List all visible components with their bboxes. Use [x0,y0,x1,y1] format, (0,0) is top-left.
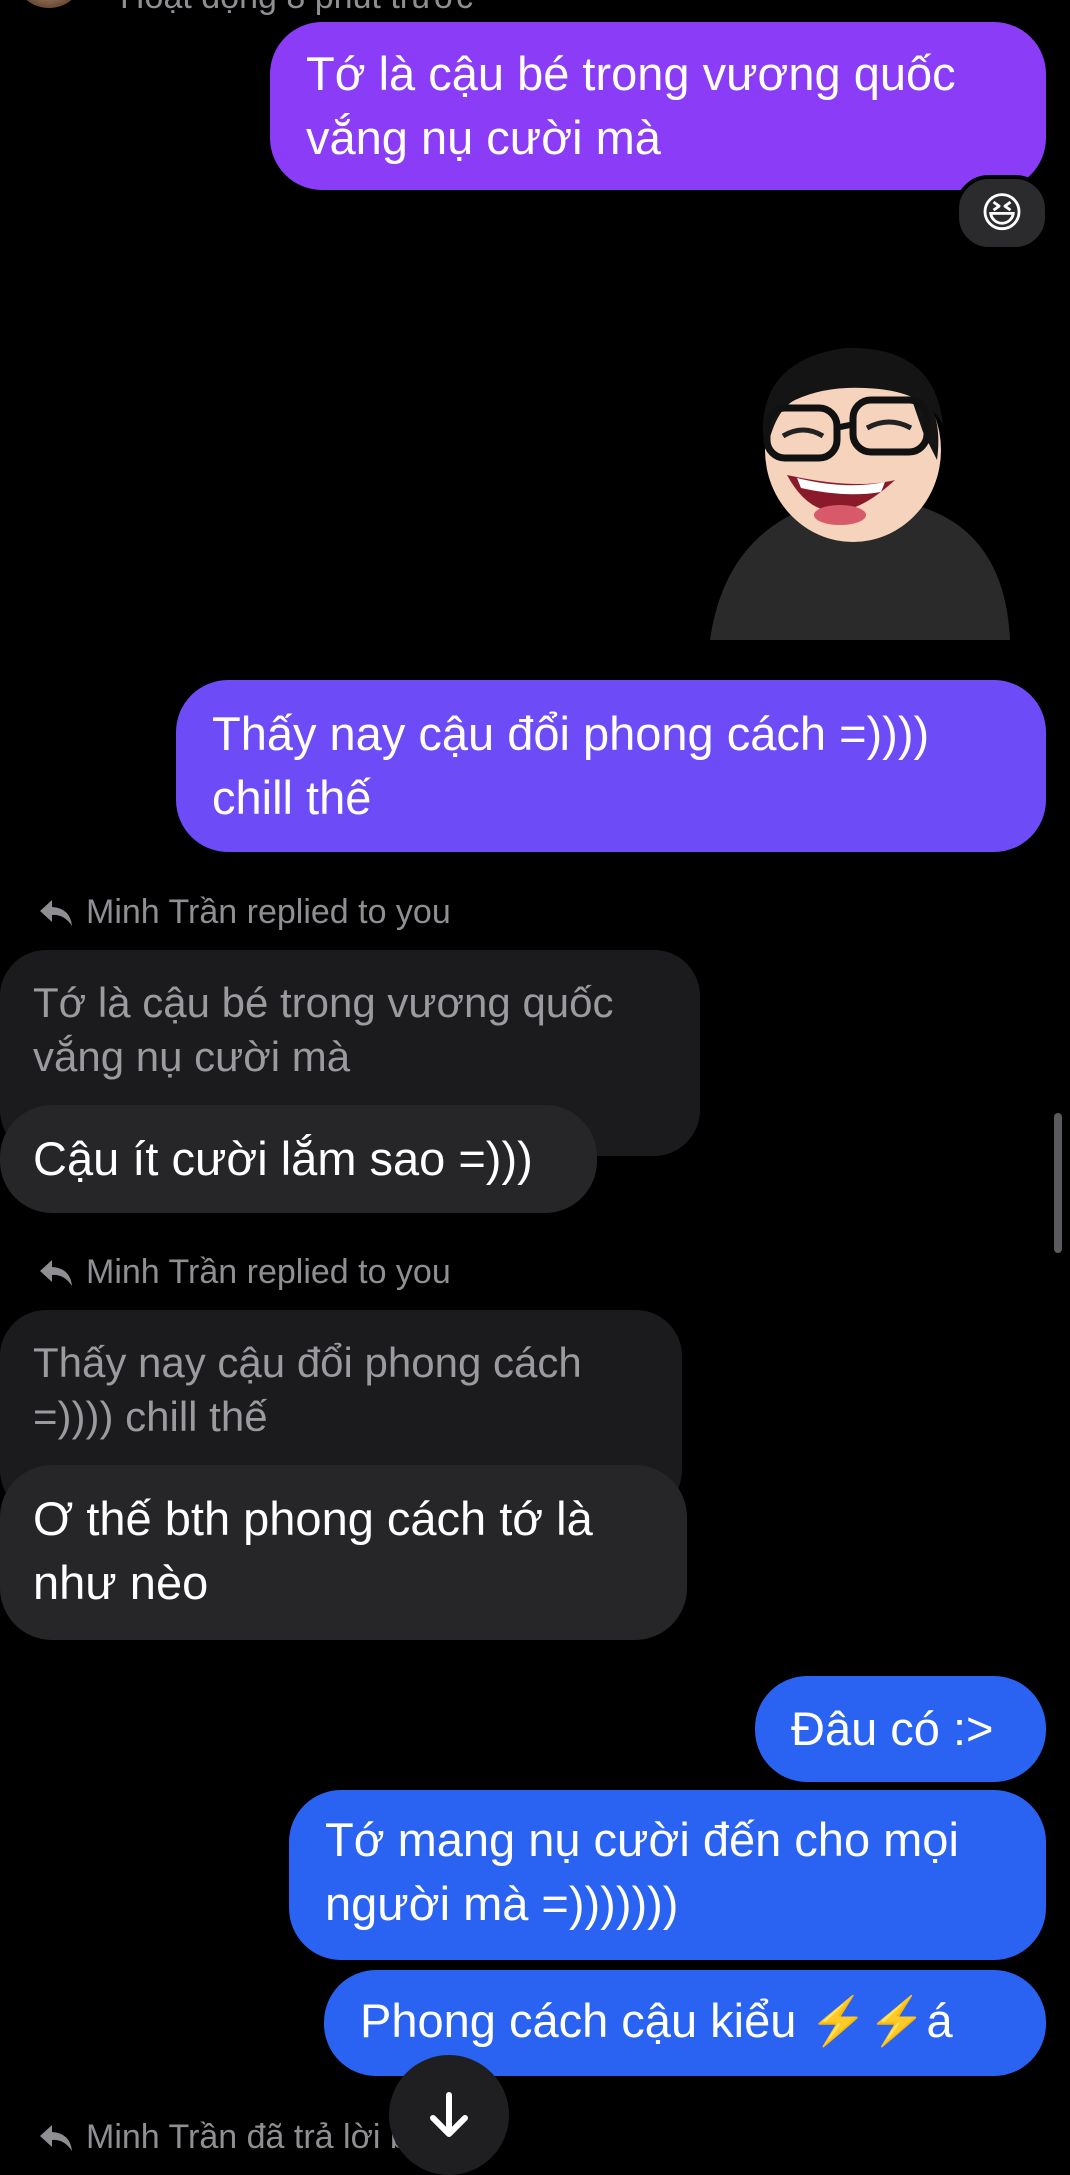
message-text: Tớ là cậu bé trong vương quốc vắng nụ cư… [306,47,956,164]
sent-message[interactable]: Đâu có :> [755,1676,1046,1782]
sent-message[interactable]: Tớ mang nụ cười đến cho mọi người mà =))… [289,1790,1046,1960]
reply-indicator: Minh Trần replied to you [38,893,451,932]
message-text: Phong cách cậu kiểu ⚡️⚡️á [360,1994,953,2047]
scroll-to-bottom-button[interactable] [389,2055,509,2175]
active-status: Hoạt động 8 phút trước [120,0,473,17]
message-text: Đâu có :> [791,1702,994,1755]
sent-message[interactable]: Thấy nay cậu đổi phong cách =)))) chill … [176,680,1046,852]
sent-message[interactable]: Tớ là cậu bé trong vương quốc vắng nụ cư… [270,22,1046,190]
received-message[interactable]: Ơ thế bth phong cách tớ là như nèo [0,1465,687,1640]
message-text: Tớ mang nụ cười đến cho mọi người mà =))… [325,1813,959,1930]
reply-arrow-icon [40,899,72,926]
reply-label: Minh Trần replied to you [86,893,451,931]
received-message[interactable]: Cậu ít cười lắm sao =))) [0,1105,597,1213]
reply-indicator: Minh Trần replied to you [38,1253,451,1292]
quoted-text: Thấy nay cậu đổi phong cách =)))) chill … [33,1339,582,1440]
message-reaction[interactable]: 😆 [955,175,1049,251]
message-text: Cậu ít cười lắm sao =))) [33,1132,533,1185]
memoji-sticker[interactable] [705,340,1015,640]
message-text: Thấy nay cậu đổi phong cách =)))) chill … [212,707,930,824]
reply-indicator: Minh Trần đã trả lời bạn [38,2118,447,2157]
reply-arrow-icon [40,1259,72,1286]
scrollbar[interactable] [1054,1113,1062,1253]
avatar[interactable] [18,0,80,8]
reply-label: Minh Trần replied to you [86,1253,451,1291]
quoted-text: Tớ là cậu bé trong vương quốc vắng nụ cư… [33,979,614,1080]
laughing-face-emoji-icon: 😆 [980,189,1024,236]
message-text: Ơ thế bth phong cách tớ là như nèo [33,1492,593,1609]
arrow-down-icon [430,2092,468,2137]
reply-arrow-icon [40,2124,72,2151]
laughing-memoji-icon [710,347,1010,640]
